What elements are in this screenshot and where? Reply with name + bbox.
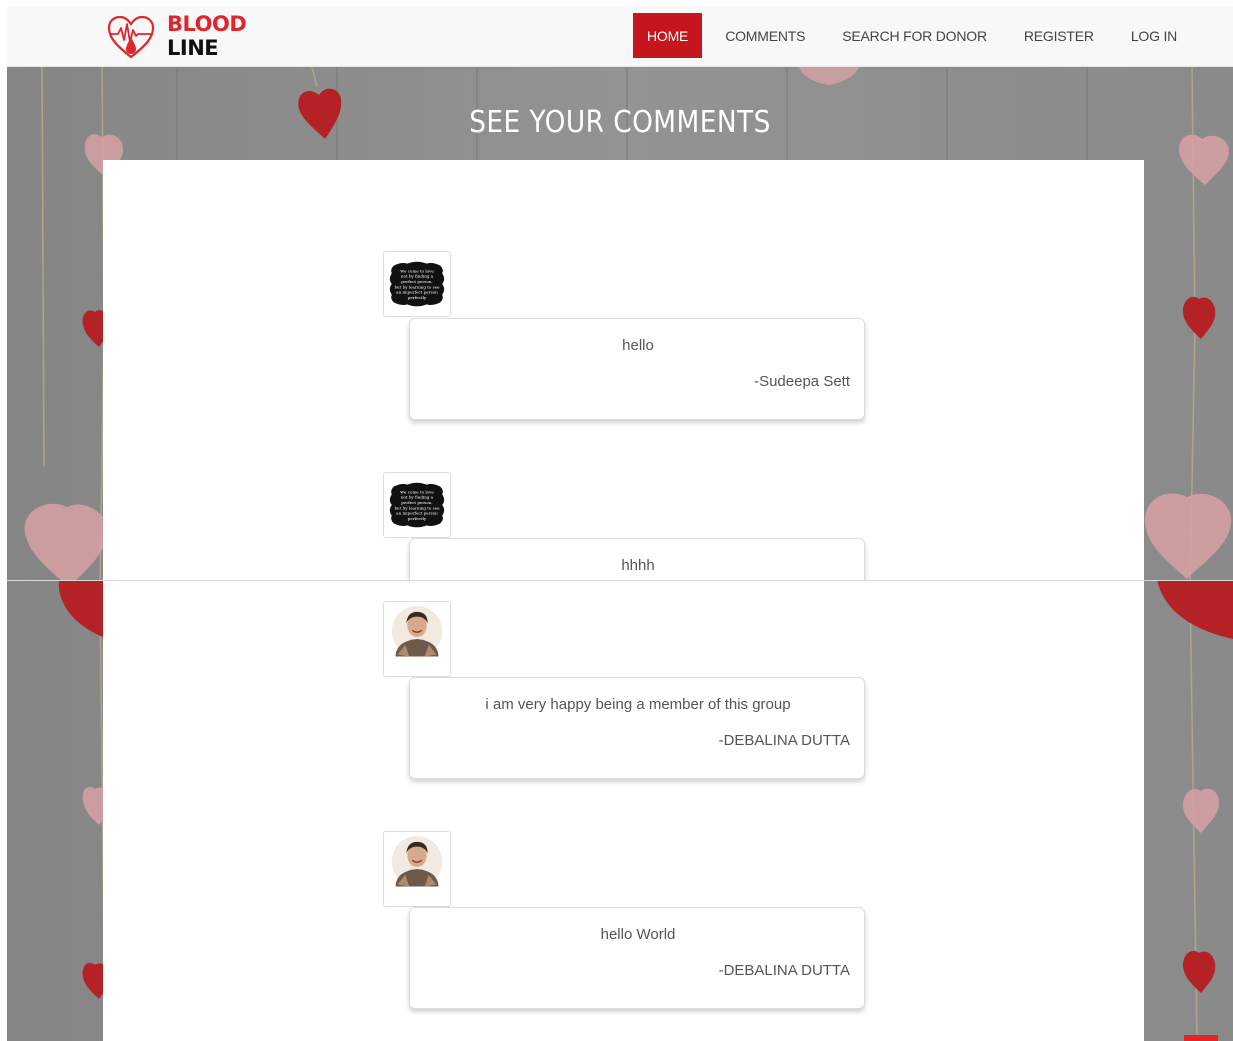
woman-portrait-avatar-icon [384, 602, 450, 676]
screenshot-seam [7, 580, 1233, 581]
svg-text:perfectly: perfectly [408, 516, 427, 521]
svg-text:not by finding a: not by finding a [401, 274, 434, 279]
brand-logo[interactable]: BLOOD LINE [107, 12, 267, 60]
comment-author: -Sudeepa Sett [754, 373, 850, 390]
woman-portrait-avatar-icon [384, 832, 450, 906]
svg-text:We come to love: We come to love [400, 489, 434, 494]
top-navbar: BLOOD LINE HOME COMMENTS SEARCH FOR DONO… [7, 6, 1233, 67]
comment-text: hello [622, 337, 654, 354]
svg-text:an imperfect person: an imperfect person [396, 511, 438, 516]
brand-word-blood: BLOOD [167, 12, 247, 36]
comment-clip: hhhh [403, 534, 873, 580]
svg-text:We come to love: We come to love [400, 268, 434, 273]
comments-panel: We come to love not by finding a perfect… [103, 160, 1144, 1041]
comment-avatar: We come to love not by finding a perfect… [383, 472, 451, 538]
quote-badge-avatar-icon: We come to love not by finding a perfect… [389, 482, 445, 528]
brand-word-line: LINE [167, 36, 219, 60]
comment-text: hello World [600, 926, 676, 943]
comment-card: hhhh [409, 538, 865, 580]
svg-text:not by finding a: not by finding a [401, 495, 434, 500]
comment-text: i am very happy being a member of this g… [485, 696, 791, 713]
svg-text:but by learning to see: but by learning to see [394, 284, 440, 289]
comment-text: hhhh [621, 557, 655, 574]
comment-avatar [383, 601, 451, 677]
nav-log-in[interactable]: LOG IN [1117, 13, 1191, 58]
comment-card: hello World -DEBALINA DUTTA [409, 907, 865, 1009]
nav-comments[interactable]: COMMENTS [711, 13, 819, 58]
comment-card: i am very happy being a member of this g… [409, 677, 865, 779]
svg-text:but by learning to see: but by learning to see [394, 505, 440, 510]
nav-home[interactable]: HOME [633, 13, 703, 58]
page-title: SEE YOUR COMMENTS [469, 105, 771, 140]
main-nav: HOME COMMENTS SEARCH FOR DONOR REGISTER … [633, 13, 1191, 58]
comment-card: hello -Sudeepa Sett [409, 318, 865, 420]
comment-avatar: We come to love not by finding a perfect… [383, 251, 451, 317]
nav-search-for-donor[interactable]: SEARCH FOR DONOR [828, 13, 1001, 58]
heart-pulse-drop-icon [107, 15, 155, 59]
comment-author: -DEBALINA DUTTA [718, 962, 850, 979]
svg-text:perfect person,: perfect person, [401, 279, 432, 284]
svg-text:perfect person,: perfect person, [401, 500, 432, 505]
comment-author: -DEBALINA DUTTA [718, 732, 850, 749]
quote-badge-avatar-icon: We come to love not by finding a perfect… [389, 261, 445, 307]
nav-register[interactable]: REGISTER [1010, 13, 1108, 58]
comment-avatar [383, 831, 451, 907]
svg-text:perfectly: perfectly [408, 295, 427, 300]
svg-text:an imperfect person: an imperfect person [396, 290, 438, 295]
page: BLOOD LINE HOME COMMENTS SEARCH FOR DONO… [0, 0, 1233, 1041]
scroll-to-top-button[interactable] [1184, 1035, 1218, 1041]
